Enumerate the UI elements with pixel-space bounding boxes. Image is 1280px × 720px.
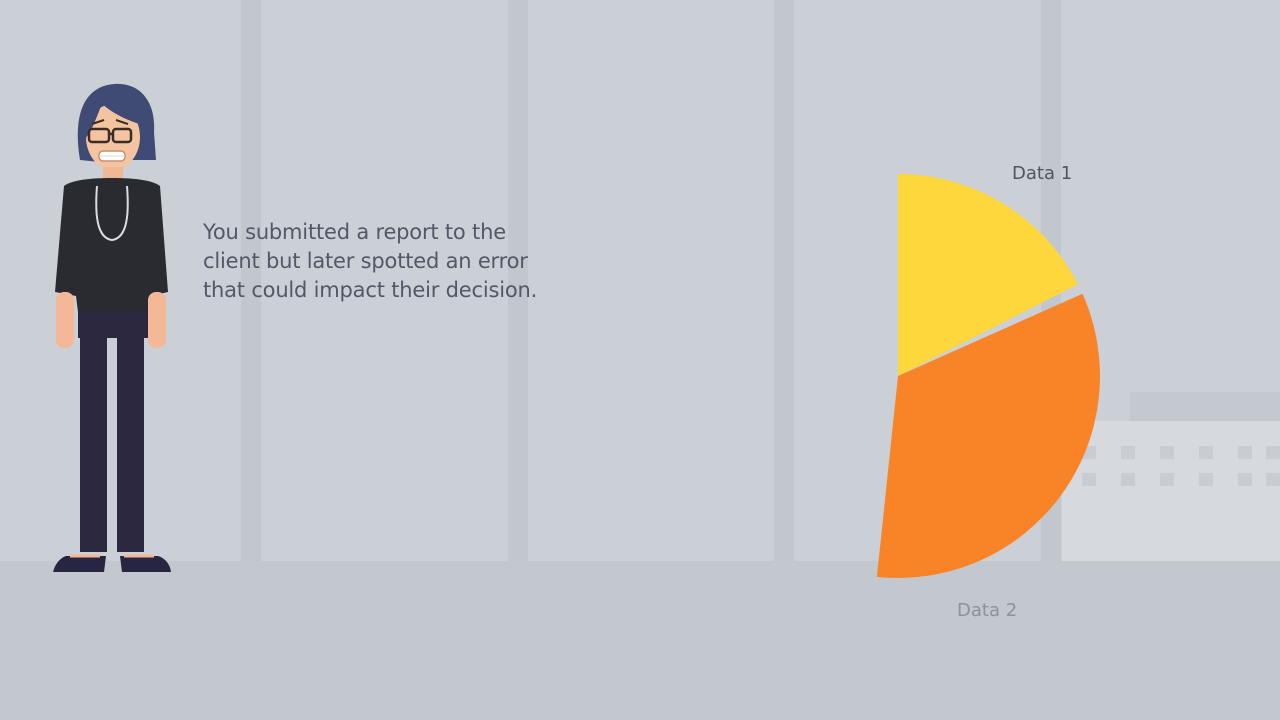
floor: [0, 561, 1280, 720]
caption-line-2: client but later spotted an error: [203, 249, 528, 273]
caption-line-3: that could impact their decision.: [203, 278, 538, 302]
pie-label-data-1: Data 1: [1012, 163, 1073, 184]
office-background: [0, 0, 1280, 720]
pie-label-data-2: Data 2: [957, 600, 1018, 621]
scenario-caption: You submitted a report to the client but…: [203, 218, 563, 305]
caption-line-1: You submitted a report to the: [203, 220, 506, 244]
